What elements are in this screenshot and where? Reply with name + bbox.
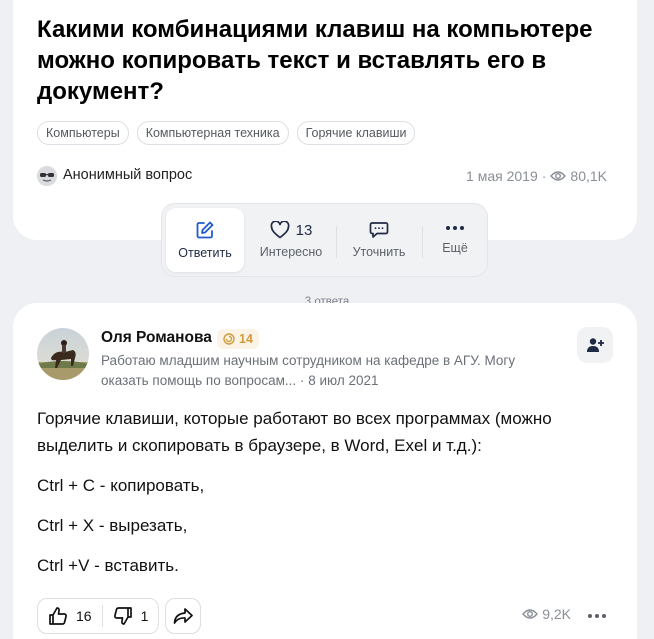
thumbs-down-icon — [113, 607, 132, 625]
edit-icon — [196, 221, 214, 239]
clarify-label: Уточнить — [352, 245, 406, 259]
tag-computers[interactable]: Компьютеры — [37, 121, 129, 145]
question-title: Какими комбинациями клавиш на компьютере… — [37, 16, 593, 105]
heart-icon — [270, 221, 290, 239]
more-dots-icon — [446, 226, 464, 230]
answer-views-count: 9,2K — [542, 606, 571, 622]
question-date: 1 мая 2019 — [466, 168, 538, 184]
meta-separator: · — [541, 168, 547, 184]
more-label: Ещё — [442, 241, 468, 255]
dislike-button[interactable]: 1 — [103, 599, 159, 633]
share-button[interactable] — [165, 598, 202, 634]
answer-label: Ответить — [178, 246, 232, 260]
thumbs-up-icon — [49, 607, 67, 625]
vote-group: 16 1 — [37, 598, 160, 634]
anonymous-avatar-icon — [37, 166, 57, 186]
answer-paragraph: Ctrl +V - вставить. — [37, 556, 179, 575]
answer-date: 8 июл 2021 — [308, 373, 379, 388]
share-icon — [174, 608, 194, 624]
question-date-views: 1 мая 2019 · 80,1K — [466, 168, 607, 184]
author-rating-badge: 14 — [217, 329, 259, 349]
add-user-icon — [587, 338, 604, 352]
answer-paragraph: Горячие клавиши, которые работают во все… — [37, 409, 552, 455]
question-meta: Анонимный вопрос 1 мая 2019 · 80,1K — [37, 165, 607, 187]
answer-body: Горячие клавиши, которые работают во все… — [37, 405, 617, 592]
interesting-label: Интересно — [259, 245, 323, 259]
answer-author-name[interactable]: Оля Романова — [101, 329, 212, 347]
question-action-bar: Ответить 13 Интересно Уточнить Ещё — [161, 203, 488, 277]
interesting-count: 13 — [295, 221, 313, 239]
eye-icon — [550, 171, 567, 181]
question-views-count: 80,1K — [570, 168, 607, 184]
clarify-button[interactable]: Уточнить — [340, 208, 418, 272]
action-divider — [336, 226, 337, 258]
like-count: 16 — [76, 608, 92, 624]
answer-paragraph: Ctrl + C - копировать, — [37, 476, 205, 495]
tag-computer-hardware[interactable]: Компьютерная техника — [136, 121, 289, 145]
spiral-icon — [223, 333, 235, 345]
answer-paragraph: Ctrl + X - вырезать, — [37, 516, 188, 535]
tag-hotkeys[interactable]: Горячие клавиши — [296, 121, 416, 145]
author-description: Работаю младшим научным сотрудником на к… — [101, 351, 541, 391]
answer-vote-bar: 16 1 — [37, 598, 202, 634]
interesting-button[interactable]: 13 Интересно — [252, 208, 330, 272]
follow-author-button[interactable] — [577, 327, 613, 363]
question-author: Анонимный вопрос — [63, 167, 193, 183]
answer-card: Оля Романова 14 Работаю младшим научным … — [13, 303, 637, 639]
like-button[interactable]: 16 — [38, 599, 102, 633]
meta-separator: · — [299, 373, 305, 388]
eye-icon — [522, 609, 539, 619]
author-rating-value: 14 — [239, 332, 253, 346]
more-dots-icon — [588, 614, 606, 618]
answer-more-button[interactable] — [587, 606, 607, 622]
comment-icon — [369, 222, 389, 238]
more-button[interactable]: Ещё — [416, 208, 494, 272]
author-avatar[interactable] — [37, 328, 89, 380]
tag-list: Компьютеры Компьютерная техника Горячие … — [37, 121, 416, 145]
question-views: 80,1K — [550, 168, 607, 184]
dislike-count: 1 — [140, 608, 149, 624]
answer-views: 9,2K — [522, 606, 571, 622]
answer-stats: 9,2K — [522, 606, 607, 622]
answer-button[interactable]: Ответить — [166, 208, 244, 272]
